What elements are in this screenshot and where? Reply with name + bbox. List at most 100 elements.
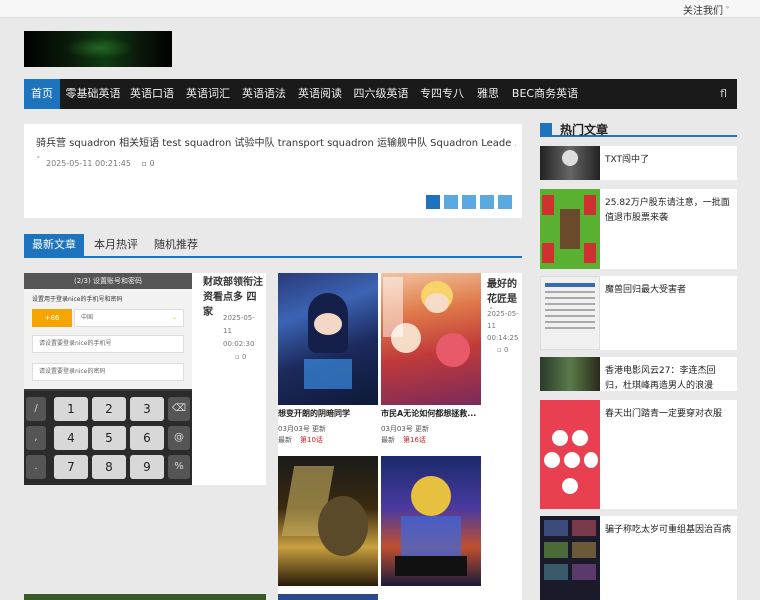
keypad-key: 5 — [92, 426, 126, 450]
follow-us-link[interactable]: 关注我们 ˅ — [683, 2, 730, 17]
hot-article-item[interactable]: 25.82万户股东请注意，一批面值退市股票来袭 — [540, 189, 737, 269]
arrow-icon: ˄ — [36, 156, 41, 166]
phone-header: (2/3) 设置账号和密码 — [24, 273, 192, 289]
nav-item-ielts[interactable]: 雅思 — [474, 79, 502, 109]
slider-dots — [422, 195, 512, 209]
nav-item-grammar[interactable]: 英语语法 — [240, 79, 288, 109]
hot-article-item[interactable]: 香港电影风云27：李连杰回归，杜琪峰再造男人的浪漫 — [540, 357, 737, 391]
comic-cover[interactable] — [278, 273, 378, 405]
comic-date: 03月03号 更新 — [381, 425, 430, 433]
hot-article-thumbnail[interactable] — [540, 189, 600, 269]
post-meta: 2025-05-11 00:14:25 ▫ 0 — [487, 308, 521, 356]
post-title[interactable]: 最好的花匠是 — [487, 277, 521, 307]
hot-article-title[interactable]: 香港电影风云27：李连杰回归，杜琪峰再造男人的浪漫 — [605, 364, 733, 394]
keypad-key: 3 — [130, 397, 164, 421]
post-meta: 2025-05-11 00:02:30 ▫ 0 — [203, 312, 263, 364]
hot-article-item[interactable]: TXT闯中了 — [540, 146, 737, 180]
post-card[interactable]: (2/3) 设置账号和密码 设置用于登录nice的手机号和密码 +86 中国 ⌄ … — [24, 273, 266, 485]
keypad: / 1 2 3 ⌫ , 4 5 6 @ . 7 8 9 % — [24, 391, 192, 485]
phone-input: 请设置要登录nice的手机号 — [32, 335, 184, 353]
comic-title[interactable]: 想变开朗的阴暗同学 — [278, 408, 378, 419]
nav-item-cet[interactable]: 四六级英语 — [352, 79, 410, 109]
keypad-key: 8 — [92, 455, 126, 479]
slider-dot[interactable] — [480, 195, 494, 209]
nav-item-vocabulary[interactable]: 英语词汇 — [184, 79, 232, 109]
comic-date: 03月03号 更新 — [278, 425, 327, 433]
post-thumbnail[interactable]: (2/3) 设置账号和密码 设置用于登录nice的手机号和密码 +86 中国 ⌄ … — [24, 273, 192, 485]
next-post-thumbnail[interactable] — [24, 594, 266, 600]
post-date: 2025-05-11 00:02:30 — [223, 314, 255, 348]
comment-icon: ▫ — [497, 346, 502, 354]
post-comment-count: 0 — [503, 346, 509, 354]
hot-article-title[interactable]: 魔兽回归最大受害者 — [605, 283, 733, 298]
search-icon[interactable]: fl — [720, 79, 727, 109]
slider-dot[interactable] — [462, 195, 476, 209]
hot-article-item[interactable]: 魔兽回归最大受害者 — [540, 276, 737, 350]
post-comments: ▫ 0 — [487, 344, 521, 356]
hot-article-thumbnail[interactable] — [540, 146, 600, 180]
hot-article-title[interactable]: 春天出门踏青一定要穿对衣服 — [605, 407, 733, 422]
slide-title[interactable]: 骑兵营 squadron 相关短语 test squadron 试验中队 tra… — [36, 134, 516, 149]
hot-article-thumbnail[interactable] — [540, 516, 600, 600]
country-code: +86 — [32, 309, 72, 327]
comic-card[interactable]: 想变开朗的阴暗同学 03月03号 更新 最新 第10话 市民A无论如何都想拯救..… — [278, 273, 522, 600]
slider-dot[interactable] — [444, 195, 458, 209]
slider-dot[interactable] — [426, 195, 440, 209]
nav-item-basic-english[interactable]: 零基础英语 — [64, 79, 122, 109]
nav-item-tem[interactable]: 专四专八 — [418, 79, 466, 109]
keypad-key: 1 — [54, 397, 88, 421]
post-date: 2025-05-11 00:14:25 — [487, 310, 519, 342]
comic-chapter[interactable]: 第16话 — [403, 436, 426, 444]
slide-meta: 2025-05-11 00:21:45 ▫ 0 — [46, 159, 155, 168]
tab-monthly-hot[interactable]: 本月热评 — [86, 234, 146, 256]
hot-article-title[interactable]: 骗子称吃太岁可重组基因治百病 — [605, 523, 733, 538]
hot-article-thumbnail[interactable] — [540, 276, 600, 350]
keypad-key: 6 — [130, 426, 164, 450]
keypad-key: 9 — [130, 455, 164, 479]
main-nav: 首页 零基础英语 英语口语 英语词汇 英语语法 英语阅读 四六级英语 专四专八 … — [24, 79, 737, 109]
backspace-icon: ⌫ — [168, 397, 190, 421]
keypad-side-key: , — [26, 426, 46, 450]
comic-cover[interactable] — [381, 456, 481, 586]
slide-comment-count: 0 — [149, 159, 155, 168]
slider-dot[interactable] — [498, 195, 512, 209]
chevron-down-icon: ⌄ — [171, 314, 177, 321]
comic-update: 最新 第16话 — [381, 435, 426, 445]
percent-key: % — [168, 455, 190, 479]
hot-articles-title: 热门文章 — [560, 123, 609, 137]
tab-random[interactable]: 随机推荐 — [146, 234, 206, 256]
follow-us-label: 关注我们 — [683, 6, 723, 17]
comic-title[interactable]: 市民A无论如何都想拯救... — [381, 408, 481, 419]
keypad-key: 7 — [54, 455, 88, 479]
hot-article-item[interactable]: 春天出门踏青一定要穿对衣服 — [540, 400, 737, 509]
site-logo[interactable] — [24, 31, 172, 67]
comic-cover[interactable] — [278, 456, 378, 586]
next-post-thumbnail[interactable] — [278, 594, 378, 600]
nav-item-bec[interactable]: BEC商务英语 — [510, 79, 580, 109]
chevron-down-icon: ˅ — [725, 6, 730, 17]
hot-article-item[interactable]: 骗子称吃太岁可重组基因治百病 — [540, 516, 737, 600]
keypad-key: 4 — [54, 426, 88, 450]
keypad-key: 2 — [92, 397, 126, 421]
hot-article-title[interactable]: 25.82万户股东请注意，一批面值退市股票来袭 — [605, 196, 733, 226]
hot-article-title[interactable]: TXT闯中了 — [605, 153, 733, 168]
comment-icon: ▫ — [235, 353, 240, 361]
keypad-side-key: / — [26, 397, 46, 421]
post-tabs: 最新文章 本月热评 随机推荐 — [24, 234, 522, 258]
phone-instruction: 设置用于登录nice的手机号和密码 — [32, 296, 123, 303]
comic-update: 最新 第10话 — [278, 435, 323, 445]
post-comments: ▫ 0 — [203, 351, 263, 364]
hot-article-thumbnail[interactable] — [540, 357, 600, 391]
hot-articles-header: 热门文章 — [540, 123, 737, 137]
nav-item-spoken-english[interactable]: 英语口语 — [128, 79, 176, 109]
comic-chapter[interactable]: 第10话 — [300, 436, 323, 444]
nav-item-home[interactable]: 首页 — [24, 79, 60, 109]
hot-article-thumbnail[interactable] — [540, 400, 600, 509]
nav-item-reading[interactable]: 英语阅读 — [296, 79, 344, 109]
phone-form: 设置用于登录nice的手机号和密码 +86 中国 ⌄ 请设置要登录nice的手机号… — [24, 289, 192, 389]
tab-latest[interactable]: 最新文章 — [24, 234, 84, 256]
post-comment-count: 0 — [241, 353, 247, 361]
region-label: 中国 — [81, 314, 94, 321]
comic-cover[interactable] — [381, 273, 481, 405]
section-marker — [540, 123, 552, 137]
